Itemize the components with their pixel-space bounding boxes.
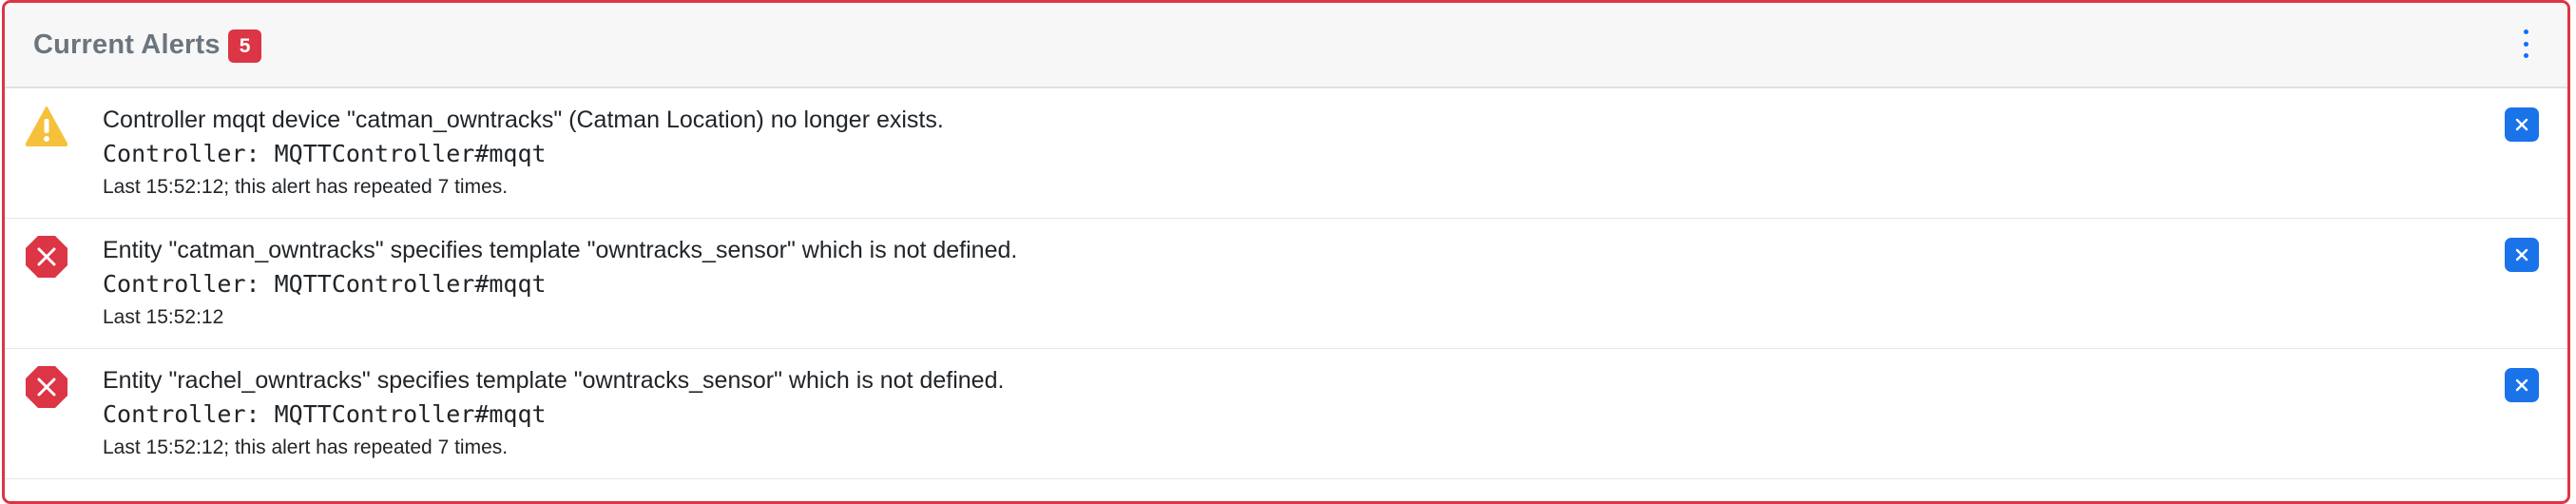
alert-body: Entity "rachel_owntracks" specifies temp… <box>103 364 2425 463</box>
card-title: Current Alerts <box>33 29 221 60</box>
kebab-dot <box>2523 53 2528 58</box>
alert-message: Entity "catman_owntracks" specifies temp… <box>103 237 1018 263</box>
kebab-dot <box>2523 29 2528 34</box>
dismiss-alert-button[interactable] <box>2505 238 2539 272</box>
dismiss-alert-button[interactable] <box>2505 107 2539 142</box>
alert-meta: Last 15:52:12; this alert has repeated 7… <box>103 176 509 198</box>
alert-controller: Controller: MQTTController#mqqt <box>103 140 547 167</box>
alert-controller: Controller: MQTTController#mqqt <box>103 400 547 428</box>
close-icon <box>2515 248 2528 262</box>
dismiss-alert-button[interactable] <box>2505 368 2539 402</box>
alert-body: Controller mqqt device "catman_owntracks… <box>103 104 2425 203</box>
alert-body: Entity "catman_owntracks" specifies temp… <box>103 234 2425 333</box>
alert-message: Controller mqqt device "catman_owntracks… <box>103 107 944 133</box>
kebab-dot <box>2523 41 2528 47</box>
warning-triangle-icon <box>25 107 68 146</box>
close-icon <box>2515 378 2528 392</box>
alert-count-badge: 5 <box>227 29 262 63</box>
close-icon <box>2515 118 2528 131</box>
alert-meta: Last 15:52:12 <box>103 306 224 328</box>
alert-row-warning: Controller mqqt device "catman_owntracks… <box>5 88 2567 219</box>
alert-meta: Last 15:52:12; this alert has repeated 7… <box>103 436 509 458</box>
error-octagon-icon <box>26 366 67 408</box>
alert-row-error: Entity "rachel_owntracks" specifies temp… <box>5 349 2567 479</box>
alert-message: Entity "rachel_owntracks" specifies temp… <box>103 367 1005 394</box>
alert-controller: Controller: MQTTController#mqqt <box>103 270 547 298</box>
error-octagon-icon <box>26 236 67 278</box>
kebab-menu-icon[interactable] <box>2520 29 2531 58</box>
alerts-card-header: Current Alerts 5 <box>5 3 2567 88</box>
alert-row-error: Entity "catman_owntracks" specifies temp… <box>5 219 2567 349</box>
alerts-card: Current Alerts 5 Controller mqqt device … <box>2 0 2570 504</box>
